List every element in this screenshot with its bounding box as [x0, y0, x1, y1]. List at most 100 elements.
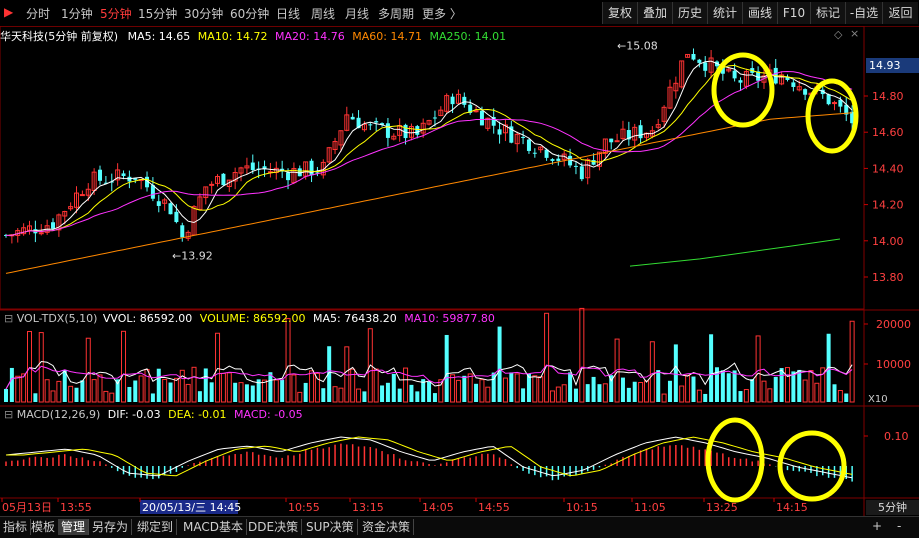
tab-period-8[interactable]: 周线: [311, 5, 335, 22]
high-price-label: ←15.08: [617, 39, 658, 52]
volume-bar: [509, 372, 514, 402]
volume-bar: [444, 334, 449, 402]
volume-bar: [250, 385, 255, 402]
tab-period-4[interactable]: 15分钟: [138, 5, 177, 22]
volume-bar: [685, 374, 691, 403]
candle-body-down: [732, 70, 737, 79]
chart-grid: 14.80 14.60 14.40 14.20 14.00 13.80 20000 10000…: [0, 26, 919, 521]
time-axis-label: 13:15: [352, 501, 384, 514]
watchlist-button[interactable]: -自选: [845, 2, 882, 24]
candle-body-down: [738, 80, 743, 83]
volume-bar: [127, 386, 132, 402]
history-button[interactable]: 历史: [672, 2, 707, 24]
fuquan-button[interactable]: 复权: [602, 2, 637, 24]
toolbar-arrow-icon[interactable]: ▶: [4, 5, 13, 19]
volume-bar: [15, 375, 21, 403]
volume-bar: [380, 385, 385, 402]
volume-bar: [743, 389, 749, 403]
diamond-icon[interactable]: ◇: [834, 28, 842, 41]
overlay-button[interactable]: 叠加: [637, 2, 672, 24]
candle-body-down: [791, 82, 796, 87]
time-axis-label: 10:55: [288, 501, 320, 514]
tab-period-1[interactable]: 分时: [26, 5, 50, 22]
candle-body-down: [803, 89, 808, 95]
candle-body-down: [385, 123, 390, 138]
volume-bar: [479, 379, 485, 403]
ma60-label: MA60: 14.71: [352, 30, 422, 43]
tab-dde[interactable]: DDE决策: [245, 519, 303, 535]
volume-bar: [549, 390, 555, 403]
back-button[interactable]: 返回: [882, 2, 918, 24]
volume-bar: [409, 384, 414, 402]
stats-button[interactable]: 统计: [707, 2, 742, 24]
f10-button[interactable]: F10: [777, 2, 810, 24]
vol-ma5-label: MA5: 76438.20: [313, 312, 397, 325]
volume-bar: [784, 367, 790, 403]
vol-title: ⊟ VOL-TDX(5,10): [4, 312, 98, 325]
time-axis-label: 13:25: [706, 501, 738, 514]
close-icon[interactable]: ×: [850, 27, 859, 40]
volume-bar: [573, 388, 578, 402]
mark-button[interactable]: 标记: [810, 2, 845, 24]
volume-bar: [27, 331, 33, 403]
volume-bar: [162, 378, 168, 403]
volume-bar: [450, 374, 456, 403]
volume-bar: [238, 382, 244, 403]
volume-bar: [415, 391, 420, 402]
tab-period-10[interactable]: 多周期: [378, 5, 414, 22]
tab-period-more[interactable]: 更多 〉: [422, 5, 462, 22]
volume-bar: [50, 390, 56, 403]
tab-fund[interactable]: 资金决策: [359, 519, 415, 535]
tab-period-6[interactable]: 60分钟: [230, 5, 269, 22]
volume-bar: [97, 374, 103, 403]
volume-unit-label: X10: [868, 394, 888, 405]
tab-period-2[interactable]: 1分钟: [61, 5, 93, 22]
current-price-tag: 14.93: [866, 58, 919, 73]
low-price-label: ←13.92: [172, 249, 213, 262]
tab-bind[interactable]: 绑定到: [134, 519, 178, 535]
volume-bar: [427, 381, 432, 402]
ma60-line: [5, 112, 853, 274]
tab-macd-basic[interactable]: MACD基本: [180, 519, 247, 535]
kline-chart[interactable]: 14.80 14.60 14.40 14.20 14.00 13.80 20000 10000…: [0, 26, 919, 521]
tab-period-5[interactable]: 30分钟: [184, 5, 223, 22]
draw-button[interactable]: 画线: [742, 2, 777, 24]
volume-bar: [144, 369, 150, 403]
tab-indicator[interactable]: 指标: [0, 519, 32, 535]
price-tick-label: 14.80: [872, 90, 904, 103]
tab-sup[interactable]: SUP决策: [303, 519, 358, 535]
tab-period-9[interactable]: 月线: [345, 5, 369, 22]
volume-bar: [720, 370, 725, 402]
volume-bar: [150, 393, 155, 402]
volume-bar: [497, 326, 502, 402]
candle-body-down: [526, 139, 531, 151]
tab-template[interactable]: 模板: [28, 519, 60, 535]
volume-bar: [597, 384, 602, 402]
volume-bar: [832, 384, 837, 402]
zoom-in-icon[interactable]: +: [872, 519, 882, 533]
macd-panel-header: ⊟ MACD(12,26,9) DIF: -0.03 DEA: -0.01 MA…: [0, 408, 303, 421]
volume-bar: [356, 388, 362, 403]
volume-bar: [168, 382, 173, 402]
volume-bar: [4, 388, 8, 402]
price-marks: ←15.08 ←13.92: [4, 39, 855, 274]
volume-bar: [814, 382, 820, 403]
volume-bar: [103, 390, 109, 403]
tab-period-7[interactable]: 日线: [276, 5, 300, 22]
volume-bar: [244, 384, 249, 402]
time-axis-label: 14:05: [422, 501, 454, 514]
tab-manage[interactable]: 管理: [58, 519, 90, 535]
tab-period-3[interactable]: 5分钟: [100, 5, 132, 22]
volume-bar: [767, 388, 773, 403]
candle-body-down: [826, 94, 831, 105]
tab-save-as[interactable]: 另存为: [89, 519, 133, 535]
candle-body-down: [532, 152, 537, 154]
ma250-line: [629, 238, 841, 267]
volume-bar: [285, 318, 291, 403]
volume-bar: [314, 372, 320, 403]
zoom-out-icon[interactable]: -: [897, 519, 901, 533]
volume-panel-header: ⊟ VOL-TDX(5,10) VVOL: 86592.00 VOLUME: 8…: [0, 312, 495, 325]
volume-bar: [632, 381, 637, 402]
price-tick-label: 13.80: [872, 271, 904, 284]
macd-value-label: MACD: -0.05: [234, 408, 303, 421]
